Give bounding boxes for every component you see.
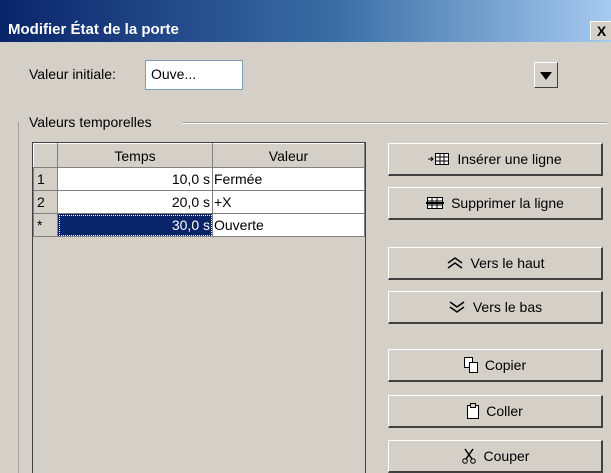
group-divider [182, 122, 607, 124]
cut-label: Couper [483, 448, 530, 464]
move-up-label: Vers le haut [470, 255, 545, 271]
paste-button[interactable]: Coller [388, 395, 603, 428]
double-chevron-down-icon [448, 301, 466, 313]
table-header-row: Temps Valeur [33, 143, 365, 168]
time-cell[interactable]: 20,0 s [57, 190, 213, 214]
insert-row-label: Insérer une ligne [457, 151, 562, 167]
table-row[interactable]: 1 10,0 s Fermée [33, 167, 365, 191]
time-values-table: Temps Valeur 1 10,0 s Fermée 2 20,0 s +X… [32, 142, 366, 473]
initial-value-label: Valeur initiale: [29, 66, 116, 82]
paste-icon [467, 403, 480, 419]
move-up-button[interactable]: Vers le haut [388, 247, 603, 280]
chevron-down-icon [540, 72, 552, 80]
window-title: Modifier État de la porte [8, 21, 179, 38]
column-header-time[interactable]: Temps [57, 143, 213, 168]
delete-row-label: Supprimer la ligne [451, 195, 564, 211]
row-index[interactable]: 2 [33, 190, 58, 214]
copy-label: Copier [484, 357, 527, 373]
dropdown-button[interactable] [534, 62, 558, 88]
time-cell[interactable]: 30,0 s [57, 213, 213, 237]
value-cell[interactable]: +X [212, 190, 365, 214]
row-header-corner [33, 143, 58, 168]
close-button[interactable]: X [590, 21, 611, 40]
delete-row-icon [426, 196, 445, 210]
value-cell[interactable]: Ouverte [212, 213, 365, 237]
group-label: Valeurs temporelles [29, 114, 152, 130]
insert-row-button[interactable]: Insérer une ligne [388, 143, 603, 176]
time-cell[interactable]: 10,0 s [57, 167, 213, 191]
table-row[interactable]: * 30,0 s Ouverte [33, 213, 365, 237]
delete-row-button[interactable]: Supprimer la ligne [388, 187, 603, 220]
group-border [18, 122, 19, 473]
copy-icon [463, 357, 478, 373]
row-index[interactable]: 1 [33, 167, 58, 191]
double-chevron-up-icon [446, 257, 464, 269]
copy-button[interactable]: Copier [388, 349, 603, 382]
table-row[interactable]: 2 20,0 s +X [33, 190, 365, 214]
initial-value-selected: Ouve... [151, 66, 197, 82]
row-index[interactable]: * [33, 213, 58, 237]
cut-button[interactable]: Couper [388, 440, 603, 473]
move-down-label: Vers le bas [472, 299, 543, 315]
value-cell[interactable]: Fermée [212, 167, 365, 191]
scissors-icon [461, 448, 477, 464]
column-header-value[interactable]: Valeur [212, 143, 365, 168]
insert-row-icon [428, 152, 450, 166]
move-down-button[interactable]: Vers le bas [388, 291, 603, 324]
paste-label: Coller [486, 403, 523, 419]
title-bar: Modifier État de la porte X [0, 0, 611, 42]
initial-value-select[interactable]: Ouve... [145, 60, 558, 90]
